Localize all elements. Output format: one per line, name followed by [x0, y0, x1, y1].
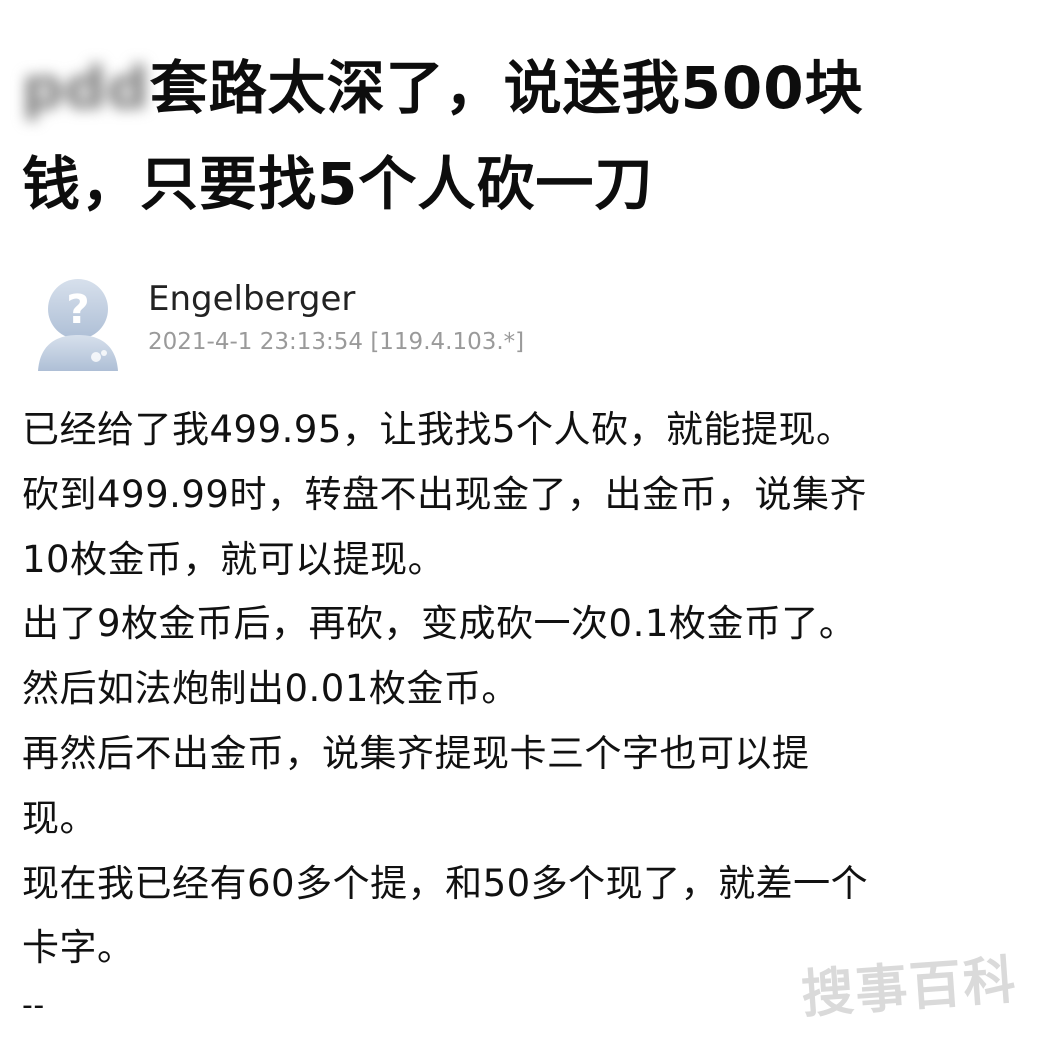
body-line: 砍到499.99时，转盘不出现金了，出金币，说集齐 [22, 472, 867, 516]
author-row: ? Engelberger 2021-4-1 23:13:54 [119.4.1… [30, 265, 1030, 375]
body-line: 10枚金币，就可以提现。 [22, 537, 446, 581]
body-line: 现。 [22, 796, 97, 840]
watermark: 搜事百科 [799, 950, 1020, 1026]
title-blurred-prefix: pdd [22, 54, 150, 122]
svg-text:?: ? [66, 287, 89, 333]
post-title: pdd套路太深了，说送我500块 钱，只要找5个人砍一刀 [22, 40, 1032, 232]
title-line-2: 钱，只要找5个人砍一刀 [22, 150, 654, 218]
body-line: 已经给了我499.95，让我找5个人砍，就能提现。 [22, 408, 854, 451]
post-timestamp-ip: 2021-4-1 23:13:54 [119.4.103.*] [148, 329, 525, 355]
body-line: 然后如法炮制出0.01枚金币。 [22, 667, 519, 711]
post-container: pdd套路太深了，说送我500块 钱，只要找5个人砍一刀 ? Engelberg… [0, 0, 1057, 1056]
question-mark-user-icon[interactable]: ? [32, 273, 124, 373]
body-line: 再然后不出金币，说集齐提现卡三个字也可以提 [22, 731, 810, 775]
title-line-1: 套路太深了，说送我500块 [149, 54, 864, 122]
author-name[interactable]: Engelberger [148, 279, 355, 319]
body-line: 现在我已经有60多个提，和50多个现了，就差一个 [22, 861, 869, 905]
post-body: 已经给了我499.95，让我找5个人砍，就能提现。 砍到499.99时，转盘不出… [22, 398, 1037, 1031]
body-line: 出了9枚金币后，再砍，变成砍一次0.1枚金币了。 [22, 602, 857, 646]
